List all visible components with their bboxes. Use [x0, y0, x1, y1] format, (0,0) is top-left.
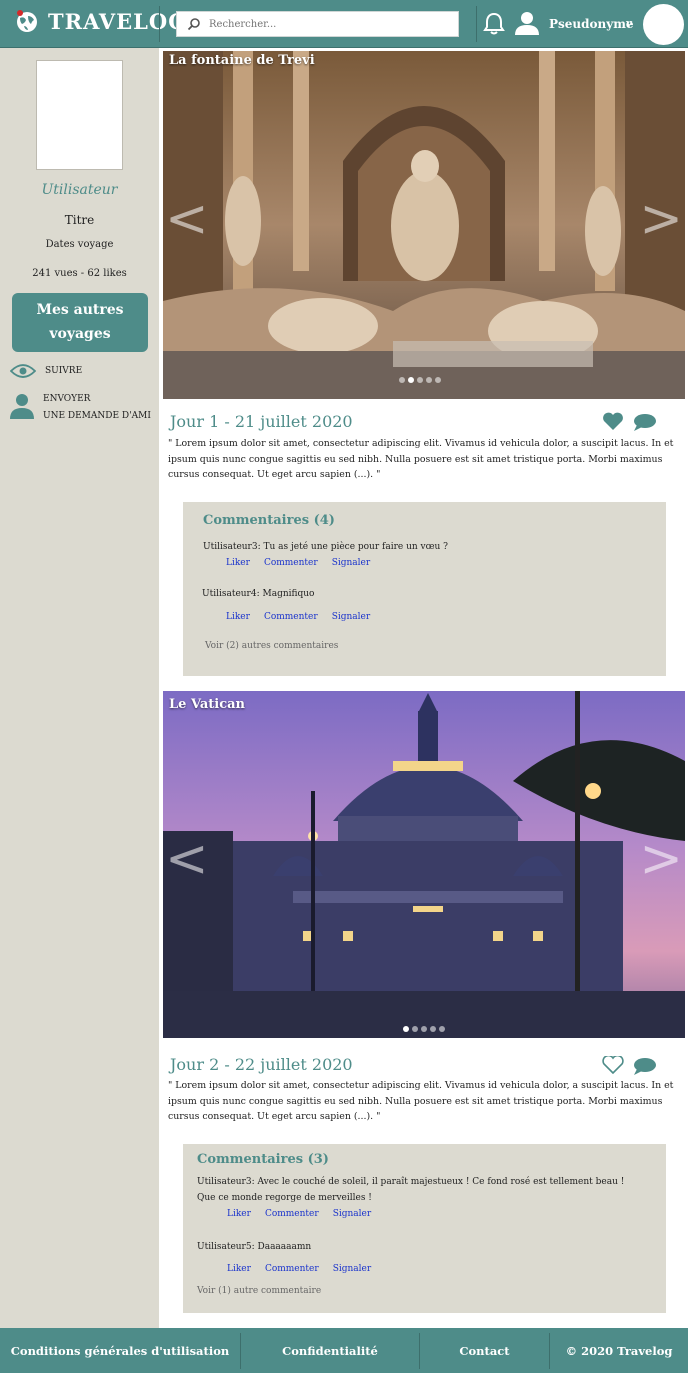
comment-link[interactable]: Commenter: [264, 558, 318, 568]
carousel-dot[interactable]: [408, 377, 414, 383]
more-comments-link[interactable]: Voir (1) autre commentaire: [197, 1286, 321, 1296]
heart-filled-icon[interactable]: [602, 412, 624, 430]
report-link[interactable]: Signaler: [333, 1209, 371, 1219]
header: TRAVELOG Pseudonyme v: [0, 0, 688, 48]
sidebar: Utilisateur Titre Dates voyage 241 vues …: [0, 48, 159, 1328]
comment-text: Utilisateur3: Avec le couché de soleil, …: [197, 1177, 625, 1203]
comment-text: Utilisateur3: Tu as jeté une pièce pour …: [203, 542, 449, 552]
more-comments-link[interactable]: Voir (2) autres commentaires: [205, 641, 338, 651]
report-link[interactable]: Signaler: [332, 612, 370, 622]
photo-carousel[interactable]: La fontaine de Trevi < >: [163, 51, 685, 399]
day-title: Jour 2 - 22 juillet 2020: [170, 1055, 353, 1074]
like-link[interactable]: Liker: [227, 1209, 251, 1219]
follow-label: SUIVRE: [45, 366, 83, 376]
comment-text: Utilisateur5: Daaaaaamn: [197, 1242, 312, 1252]
header-divider: [476, 6, 477, 42]
carousel-dot[interactable]: [403, 1026, 409, 1032]
chevron-down-icon[interactable]: v: [626, 17, 632, 30]
carousel-dot[interactable]: [426, 377, 432, 383]
username-label[interactable]: Pseudonyme: [549, 17, 634, 31]
carousel-dot[interactable]: [430, 1026, 436, 1032]
search-bar[interactable]: [176, 11, 459, 37]
comments-title: Commentaires (3): [197, 1152, 329, 1167]
profile-picture: [36, 60, 123, 170]
carousel-dots: [399, 377, 441, 383]
like-link[interactable]: Liker: [226, 612, 250, 622]
other-trips-label-1: Mes autres: [36, 302, 124, 318]
comment-text: Utilisateur4: Magnifiquo: [202, 589, 315, 599]
brand-name: TRAVELOG: [48, 8, 188, 34]
like-link[interactable]: Liker: [227, 1264, 251, 1274]
bell-icon[interactable]: [483, 12, 505, 36]
day-description: " Lorem ipsum dolor sit amet, consectetu…: [168, 438, 674, 480]
comment-bubble-icon[interactable]: [633, 413, 657, 431]
comments-title: Commentaires (4): [203, 513, 335, 528]
carousel-dot[interactable]: [439, 1026, 445, 1032]
photo-caption: La fontaine de Trevi: [169, 53, 315, 68]
trip-stats: 241 vues - 62 likes: [32, 268, 127, 279]
comment-actions: Liker Commenter Signaler: [226, 612, 384, 622]
footer: Conditions générales d'utilisation Confi…: [0, 1328, 688, 1373]
footer-contact-link[interactable]: Contact: [420, 1344, 549, 1358]
friend-label-line1: ENVOYER: [43, 394, 91, 404]
chevron-right-icon[interactable]: >: [639, 189, 683, 249]
carousel-dot[interactable]: [412, 1026, 418, 1032]
like-link[interactable]: Liker: [226, 558, 250, 568]
sidebar-username[interactable]: Utilisateur: [0, 182, 159, 198]
trip-title: Titre: [64, 213, 95, 227]
comment-bubble-icon[interactable]: [633, 1057, 657, 1075]
eye-icon: [10, 364, 36, 378]
carousel-dot[interactable]: [417, 377, 423, 383]
chevron-left-icon[interactable]: <: [165, 189, 209, 249]
header-divider: [159, 6, 160, 42]
follow-button[interactable]: SUIVRE: [10, 364, 82, 378]
carousel-dot[interactable]: [435, 377, 441, 383]
logo[interactable]: TRAVELOG: [14, 8, 187, 34]
footer-copyright: © 2020 Travelog: [565, 1343, 673, 1358]
photo-caption: Le Vatican: [169, 697, 245, 712]
comments-section: Commentaires (4) Utilisateur3: Tu as jet…: [183, 502, 666, 676]
comments-section: Commentaires (3) Utilisateur3: Avec le c…: [183, 1144, 666, 1313]
footer-terms-link[interactable]: Conditions générales d'utilisation: [0, 1344, 240, 1358]
carousel-dot[interactable]: [399, 377, 405, 383]
friend-request-label: ENVOYER UNE DEMANDE D'AMI: [43, 391, 151, 425]
comment-actions: Liker Commenter Signaler: [226, 558, 384, 568]
photo-carousel[interactable]: Le Vatican < >: [163, 691, 685, 1038]
trevi-fountain-photo: [163, 51, 685, 399]
day-description: " Lorem ipsum dolor sit amet, consectetu…: [168, 1080, 674, 1122]
other-trips-button[interactable]: Mes autres voyages: [12, 293, 148, 352]
globe-logo-icon: [17, 10, 37, 32]
avatar[interactable]: [643, 4, 684, 45]
chevron-right-icon[interactable]: >: [639, 829, 683, 889]
report-link[interactable]: Signaler: [332, 558, 370, 568]
friend-request-button[interactable]: ENVOYER UNE DEMANDE D'AMI: [10, 393, 151, 425]
chevron-left-icon[interactable]: <: [165, 829, 209, 889]
comment-link[interactable]: Commenter: [265, 1264, 319, 1274]
vatican-photo: [163, 691, 685, 1038]
carousel-dot[interactable]: [421, 1026, 427, 1032]
search-input[interactable]: [209, 18, 449, 30]
comment-actions: Liker Commenter Signaler: [227, 1264, 385, 1274]
user-add-icon: [10, 394, 34, 419]
comment-link[interactable]: Commenter: [265, 1209, 319, 1219]
heart-outline-icon[interactable]: [602, 1056, 624, 1074]
day-title: Jour 1 - 21 juillet 2020: [170, 412, 353, 431]
friend-label-line2: UNE DEMANDE D'AMI: [43, 411, 151, 421]
search-icon: [187, 18, 200, 31]
comment-link[interactable]: Commenter: [264, 612, 318, 622]
comment-actions: Liker Commenter Signaler: [227, 1209, 385, 1219]
other-trips-label-2: voyages: [49, 326, 111, 342]
report-link[interactable]: Signaler: [333, 1264, 371, 1274]
carousel-dots: [403, 1026, 445, 1032]
trip-dates: Dates voyage: [45, 239, 114, 250]
user-icon[interactable]: [515, 11, 539, 35]
footer-privacy-link[interactable]: Confidentialité: [241, 1344, 419, 1358]
